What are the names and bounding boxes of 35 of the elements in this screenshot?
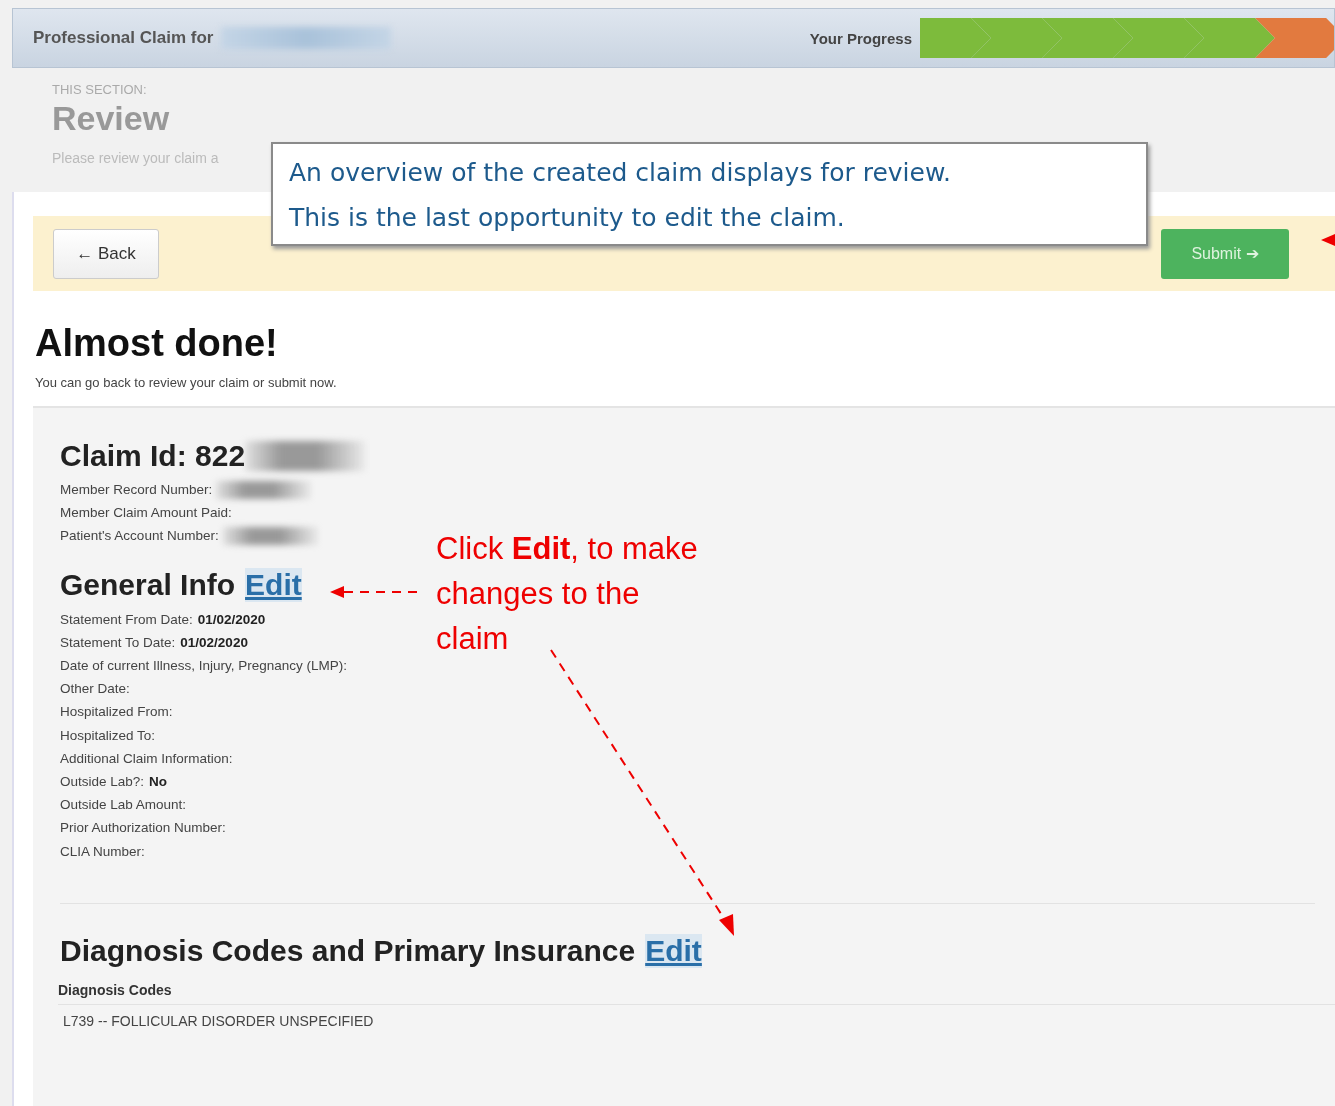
field-label: Hospitalized From:	[60, 704, 173, 720]
field-label: Member Record Number:	[60, 482, 213, 498]
field-label: Outside Lab?:	[60, 773, 145, 789]
field-value: 01/02/2020	[180, 634, 248, 650]
edit-link[interactable]: Edit	[645, 933, 702, 968]
claim-title: Professional Claim for	[33, 28, 214, 48]
section-heading: Diagnosis Codes and Primary Insurance	[60, 933, 636, 968]
section-title: Review	[52, 99, 171, 138]
column-heading: Diagnosis Codes	[58, 981, 1335, 1005]
field-label: Prior Authorization Number:	[60, 820, 226, 836]
field-label: Outside Lab Amount:	[60, 797, 187, 813]
section-eyebrow: THIS SECTION:	[52, 82, 148, 97]
table-cell-text: L739 -- FOLLICULAR DISORDER UNSPECIFIED	[63, 1012, 375, 1029]
field-label: Date of current Illness, Injury, Pregnancy (LMP):	[60, 658, 348, 674]
field-label: Statement To Date:	[60, 634, 176, 650]
field-label: Statement From Date:	[60, 611, 193, 627]
claim-id: Claim Id: 822	[60, 439, 246, 473]
section-heading: General Info	[60, 567, 236, 602]
intro-text: You can go back to review your claim or submit now.	[35, 375, 338, 390]
field-label: Patient's Account Number:	[60, 528, 219, 544]
page-heading: Almost done!	[35, 321, 279, 365]
field-label: Hospitalized To:	[60, 727, 156, 743]
field-value: 01/02/2020	[197, 611, 266, 627]
back-button[interactable]: ← Back	[53, 228, 159, 279]
field-value: No	[149, 773, 168, 789]
field-label: CLIA Number:	[60, 843, 145, 859]
submit-button[interactable]: Submit ➔	[1161, 228, 1289, 279]
progress-label: Your Progress	[809, 29, 912, 47]
field-label: Additional Claim Information:	[60, 750, 233, 766]
callout-box: An overview of the created claim displays for review. This is the last opportunity to edit the claim.	[271, 142, 1148, 246]
edit-link[interactable]: Edit	[245, 567, 302, 602]
field-label: Member Claim Amount Paid:	[60, 505, 232, 521]
field-label: Other Date:	[60, 681, 130, 697]
arrowhead-icon	[1321, 234, 1335, 246]
annotation-text: Click Edit, to make changes to the claim	[436, 530, 699, 658]
